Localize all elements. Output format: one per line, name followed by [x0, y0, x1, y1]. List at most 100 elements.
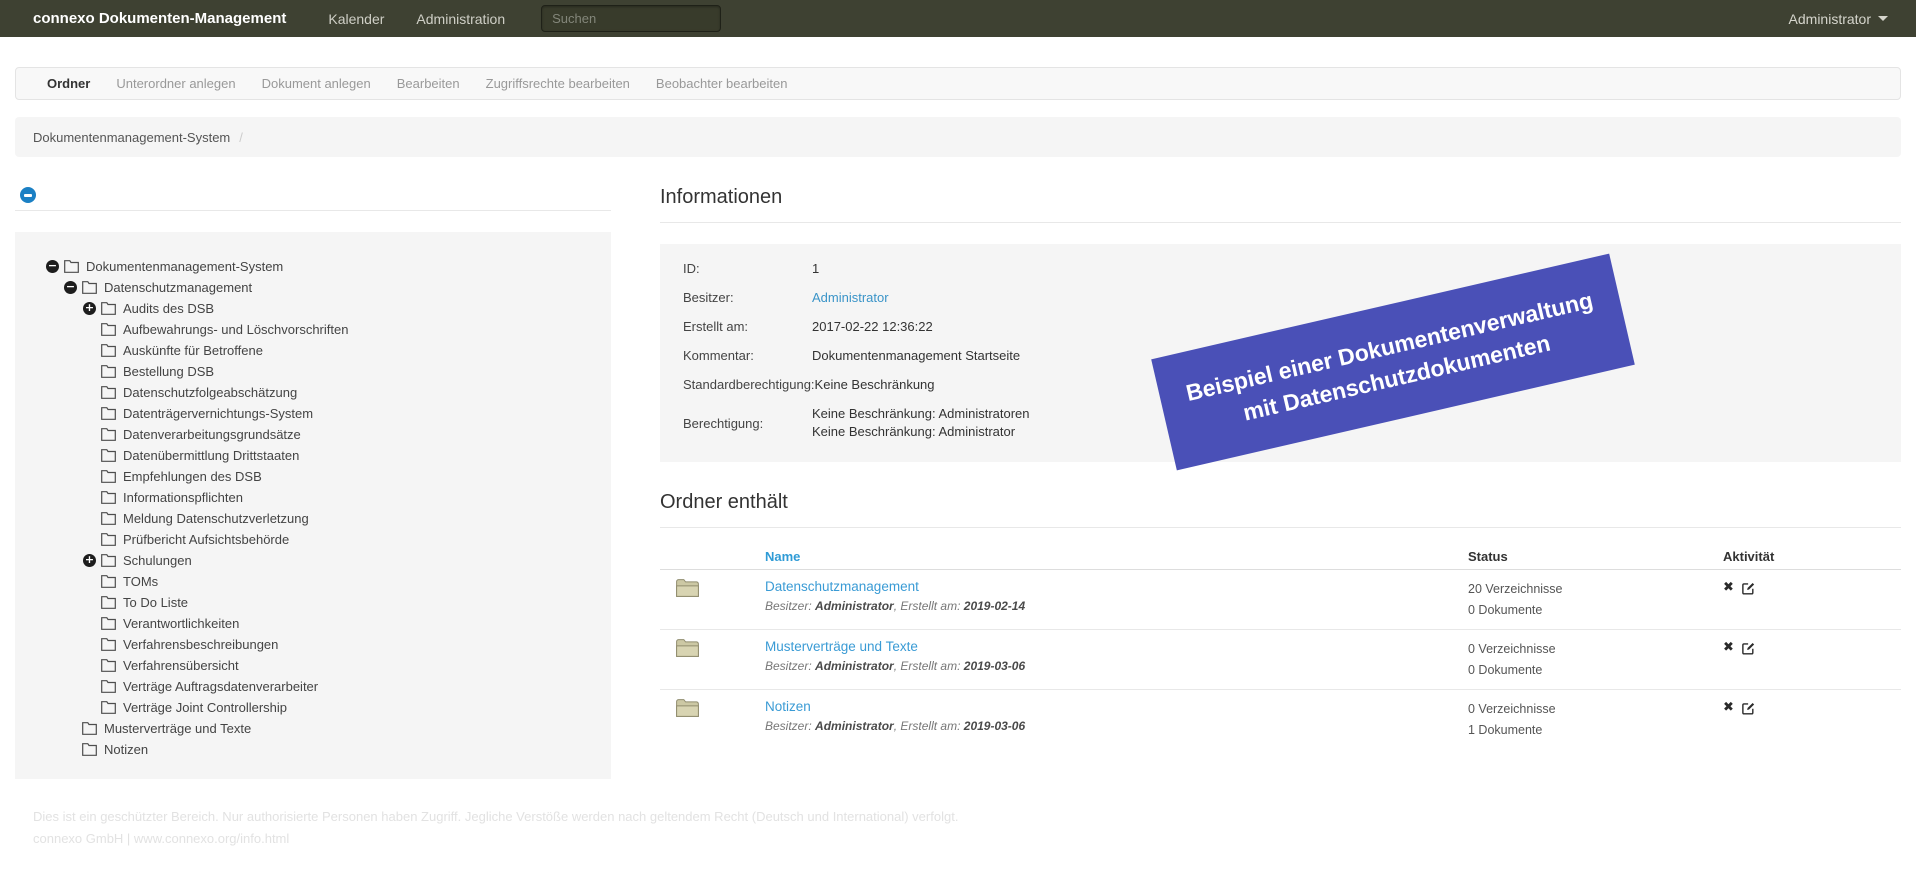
tree-item-label: Datenschutzmanagement [104, 280, 253, 295]
row-folder-icon [660, 699, 765, 741]
search-input[interactable] [541, 5, 722, 32]
tree-item[interactable]: Datenschutzfolgeabschätzung [15, 382, 611, 403]
user-menu[interactable]: Administrator [1789, 11, 1888, 27]
toolbar-item[interactable]: Dokument anlegen [249, 76, 384, 91]
app-brand[interactable]: connexo Dokumenten-Management [33, 10, 286, 27]
status-documents: 0 Dokumente [1468, 603, 1543, 617]
info-label-comment: Kommentar: [683, 348, 754, 363]
folder-outline-icon [101, 638, 116, 651]
status-documents: 0 Dokumente [1468, 663, 1543, 677]
tree-item[interactable]: Datenübermittlung Drittstaaten [15, 445, 611, 466]
tree-item[interactable]: Audits des DSB [15, 298, 611, 319]
tree-item-label: Verfahrensübersicht [123, 658, 239, 673]
toolbar-item[interactable]: Beobachter bearbeiten [643, 76, 801, 91]
info-divider [660, 222, 1901, 223]
tree-toggle-icon[interactable] [46, 260, 64, 273]
row-activity: ✖ [1723, 579, 1901, 621]
info-label-default-perm: Standardberechtigung: [683, 377, 815, 392]
edit-icon[interactable] [1741, 641, 1756, 659]
user-menu-label: Administrator [1788, 10, 1871, 27]
folder-link[interactable]: Notizen [765, 699, 811, 714]
tree-item[interactable]: Notizen [15, 739, 611, 760]
owner-link[interactable]: Administrator [812, 289, 889, 306]
tree-item-label: Verantwortlichkeiten [123, 616, 240, 631]
status-directories: 0 Verzeichnisse [1468, 642, 1556, 656]
nav-links: Kalender Administration [312, 11, 521, 27]
edit-icon[interactable] [1741, 581, 1756, 599]
tree-item[interactable]: Empfehlungen des DSB [15, 466, 611, 487]
nav-link[interactable]: Administration [400, 11, 521, 27]
folder-outline-icon [101, 302, 116, 315]
tree-toggle-icon[interactable] [64, 281, 82, 294]
folder-outline-icon [101, 659, 116, 672]
tree-item-label: Bestellung DSB [123, 364, 215, 379]
contents-table: Name Status Aktivität Datenschutzmanagem… [660, 543, 1901, 749]
tree-item[interactable]: Aufbewahrungs- und Löschvorschriften [15, 319, 611, 340]
tree-item-label: Datenübermittlung Drittstaaten [123, 448, 300, 463]
tree-item[interactable]: Verträge Auftragsdatenverarbeiter [15, 676, 611, 697]
tree-item[interactable]: Bestellung DSB [15, 361, 611, 382]
folder-outline-icon [101, 428, 116, 441]
toolbar-item[interactable]: Bearbeiten [384, 76, 473, 91]
tree-item[interactable]: Prüfbericht Aufsichtsbehörde [15, 529, 611, 550]
folder-outline-icon [82, 281, 97, 294]
folder-outline-icon [101, 512, 116, 525]
collapse-all-button[interactable] [20, 187, 36, 203]
breadcrumb-item[interactable]: Dokumentenmanagement-System [33, 130, 230, 145]
status-directories: 20 Verzeichnisse [1468, 582, 1563, 596]
delete-icon[interactable]: ✖ [1723, 700, 1734, 715]
row-folder-icon [660, 639, 765, 681]
info-label-created: Erstellt am: [683, 319, 749, 334]
tree-item-label: Musterverträge und Texte [104, 721, 252, 736]
tree-item[interactable]: Datenschutzmanagement [15, 277, 611, 298]
folder-outline-icon [82, 743, 97, 756]
tree-item-label: Aufbewahrungs- und Löschvorschriften [123, 322, 349, 337]
tree-item[interactable]: Datenträgervernichtungs-System [15, 403, 611, 424]
folder-link[interactable]: Datenschutzmanagement [765, 579, 919, 594]
tree-item[interactable]: Informationspflichten [15, 487, 611, 508]
row-folder-icon [660, 579, 765, 621]
perm-line-1: Keine Beschränkung: Administratoren [812, 406, 1030, 421]
tree-item[interactable]: Musterverträge und Texte [15, 718, 611, 739]
tree-item-label: Verträge Joint Controllership [123, 700, 288, 715]
nav-link[interactable]: Kalender [312, 11, 400, 27]
column-header-name[interactable]: Name [765, 549, 1468, 564]
info-label-id: ID: [683, 261, 700, 276]
row-activity: ✖ [1723, 699, 1901, 741]
info-label-perm: Berechtigung: [683, 415, 764, 431]
delete-icon[interactable]: ✖ [1723, 640, 1734, 655]
info-label-owner: Besitzer: [683, 290, 734, 305]
tree-item[interactable]: Verträge Joint Controllership [15, 697, 611, 718]
delete-icon[interactable]: ✖ [1723, 580, 1734, 595]
table-header-row: Name Status Aktivität [660, 543, 1901, 570]
tree-item[interactable]: Verfahrensübersicht [15, 655, 611, 676]
folder-link[interactable]: Musterverträge und Texte [765, 639, 918, 654]
tree-toggle-icon[interactable] [83, 302, 101, 315]
tree-item[interactable]: Dokumentenmanagement-System [15, 256, 611, 277]
tree-item-label: Notizen [104, 742, 149, 757]
tree-item[interactable]: Datenverarbeitungsgrundsätze [15, 424, 611, 445]
info-value-default-perm: Keine Beschränkung [814, 377, 935, 392]
tree-item[interactable]: Schulungen [15, 550, 611, 571]
folder-outline-icon [101, 386, 116, 399]
tree-item[interactable]: Auskünfte für Betroffene [15, 340, 611, 361]
tree-item-label: Datenträgervernichtungs-System [123, 406, 314, 421]
tree-item[interactable]: Verfahrensbeschreibungen [15, 634, 611, 655]
contents-divider [660, 527, 1901, 528]
toolbar-item[interactable]: Unterordner anlegen [103, 76, 248, 91]
info-value-id: 1 [812, 261, 820, 276]
tree-toggle-icon[interactable] [83, 554, 101, 567]
tree-item[interactable]: Meldung Datenschutzverletzung [15, 508, 611, 529]
tree-item[interactable]: To Do Liste [15, 592, 611, 613]
folder-outline-icon [101, 365, 116, 378]
tree-item[interactable]: TOMs [15, 571, 611, 592]
perm-line-2: Keine Beschränkung: Administrator [812, 424, 1016, 439]
edit-icon[interactable] [1741, 701, 1756, 719]
folder-toolbar: Ordner Unterordner anlegen Dokument anle… [15, 67, 1901, 100]
tree-item[interactable]: Verantwortlichkeiten [15, 613, 611, 634]
toolbar-item[interactable]: Zugriffsrechte bearbeiten [473, 76, 643, 91]
contents-section-title: Ordner enthält [660, 491, 788, 513]
folder-outline-icon [101, 449, 116, 462]
left-divider [15, 210, 611, 211]
toolbar-item[interactable]: Ordner [34, 76, 103, 91]
